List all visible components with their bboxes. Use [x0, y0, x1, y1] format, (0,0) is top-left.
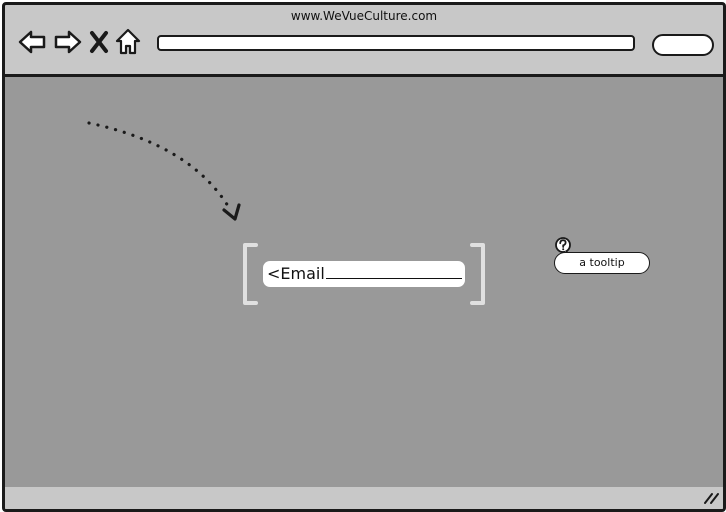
page-content: <Email a tooltip	[5, 74, 723, 490]
right-bracket	[470, 243, 485, 305]
window-title: www.WeVueCulture.com	[290, 9, 438, 23]
resize-grip-icon[interactable]	[703, 492, 719, 504]
home-icon[interactable]	[115, 27, 141, 57]
address-bar[interactable]	[157, 35, 635, 51]
email-prefix: <	[267, 264, 281, 283]
left-bracket	[243, 243, 258, 305]
browser-window: www.WeVueCulture.com <Email a tooltip	[2, 2, 726, 512]
email-label: Email	[280, 264, 325, 283]
email-field[interactable]: <Email	[263, 261, 465, 287]
email-underline	[325, 266, 462, 279]
nav-buttons	[17, 27, 141, 57]
tooltip: a tooltip	[554, 252, 650, 274]
close-icon[interactable]	[89, 27, 109, 57]
arrow-right-icon[interactable]	[53, 27, 83, 57]
dotted-arrow	[87, 121, 241, 221]
arrow-left-icon[interactable]	[17, 27, 47, 57]
status-bar	[5, 487, 723, 509]
search-input[interactable]	[652, 34, 714, 56]
